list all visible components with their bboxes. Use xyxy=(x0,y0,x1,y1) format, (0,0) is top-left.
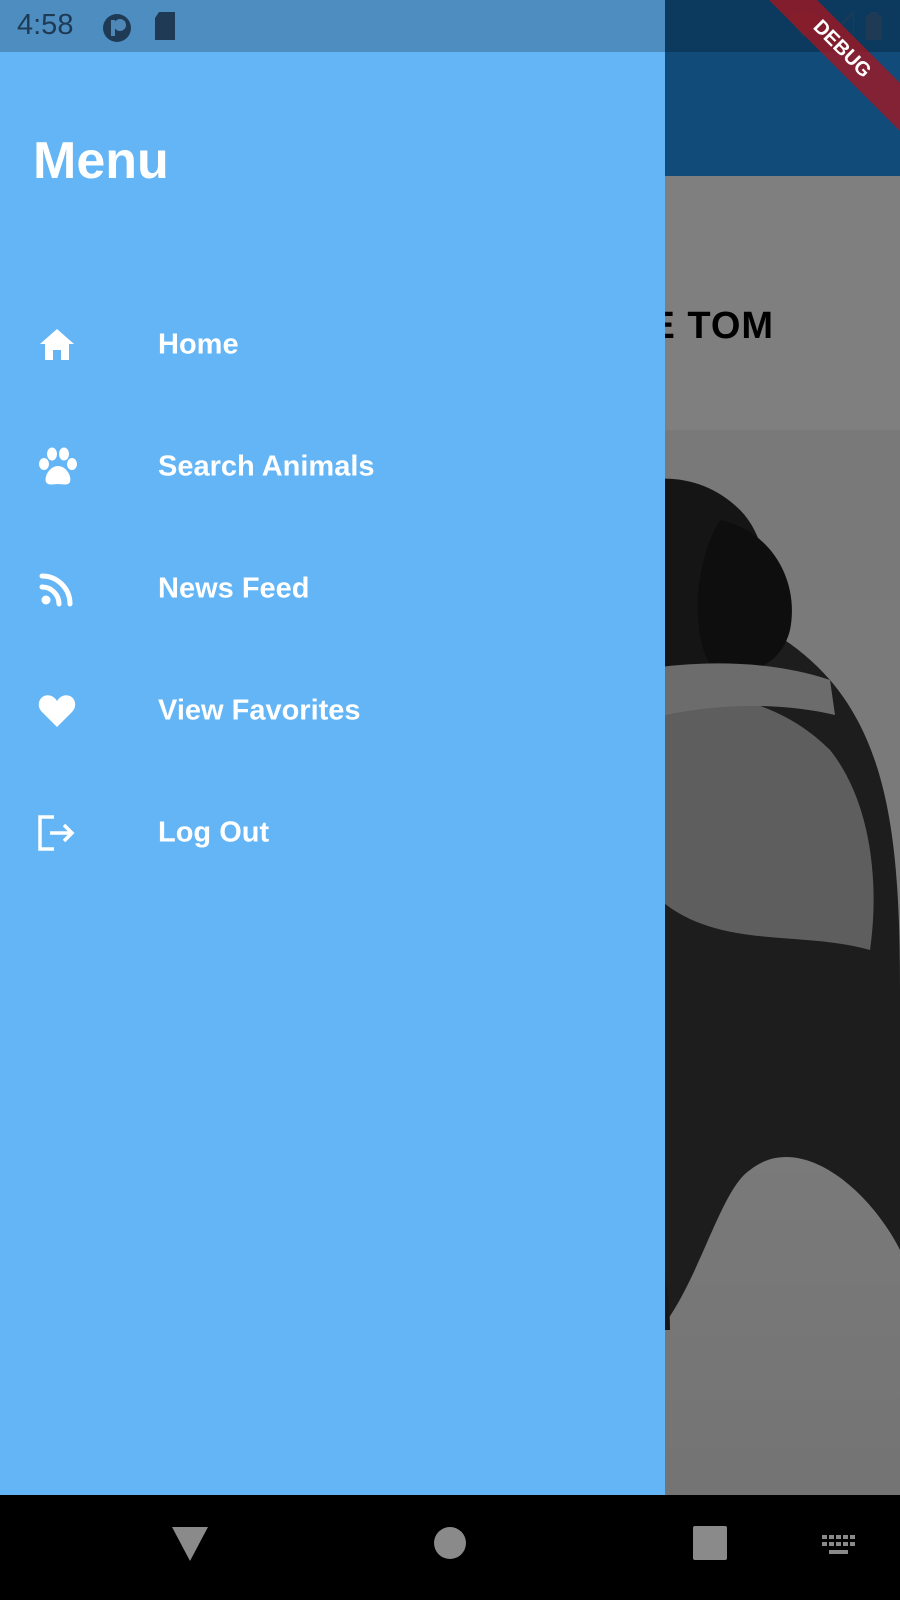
status-time: 4:58 xyxy=(17,9,74,41)
menu-item-label: Search Animals xyxy=(158,450,375,483)
heart-icon xyxy=(36,690,78,732)
drawer-title: Menu xyxy=(33,132,169,190)
menu-item-search-animals[interactable]: Search Animals xyxy=(0,412,665,522)
keyboard-icon[interactable] xyxy=(822,1535,856,1562)
menu-item-label: Home xyxy=(158,328,239,361)
menu-item-label: News Feed xyxy=(158,572,310,605)
paw-icon xyxy=(36,446,78,488)
rss-feed-icon xyxy=(36,568,78,610)
logout-icon xyxy=(36,812,78,854)
menu-item-label: Log Out xyxy=(158,816,270,849)
back-icon[interactable] xyxy=(172,1527,208,1566)
home-circle-icon[interactable] xyxy=(433,1526,467,1565)
recents-icon[interactable] xyxy=(693,1526,727,1565)
menu-item-view-favorites[interactable]: View Favorites xyxy=(0,656,665,766)
system-navigation-bar xyxy=(0,1495,900,1600)
menu-item-label: View Favorites xyxy=(158,694,361,727)
status-bar: 4:58 xyxy=(0,0,900,52)
battery-icon xyxy=(866,12,882,45)
menu-item-log-out[interactable]: Log Out xyxy=(0,778,665,888)
sd-card-icon xyxy=(153,12,177,45)
app-notification-icon xyxy=(101,12,133,49)
navigation-drawer: Menu Home Search Animals News Feed View … xyxy=(0,0,665,1495)
menu-item-home[interactable]: Home xyxy=(0,290,665,400)
home-icon xyxy=(36,324,78,366)
menu-item-news-feed[interactable]: News Feed xyxy=(0,534,665,644)
